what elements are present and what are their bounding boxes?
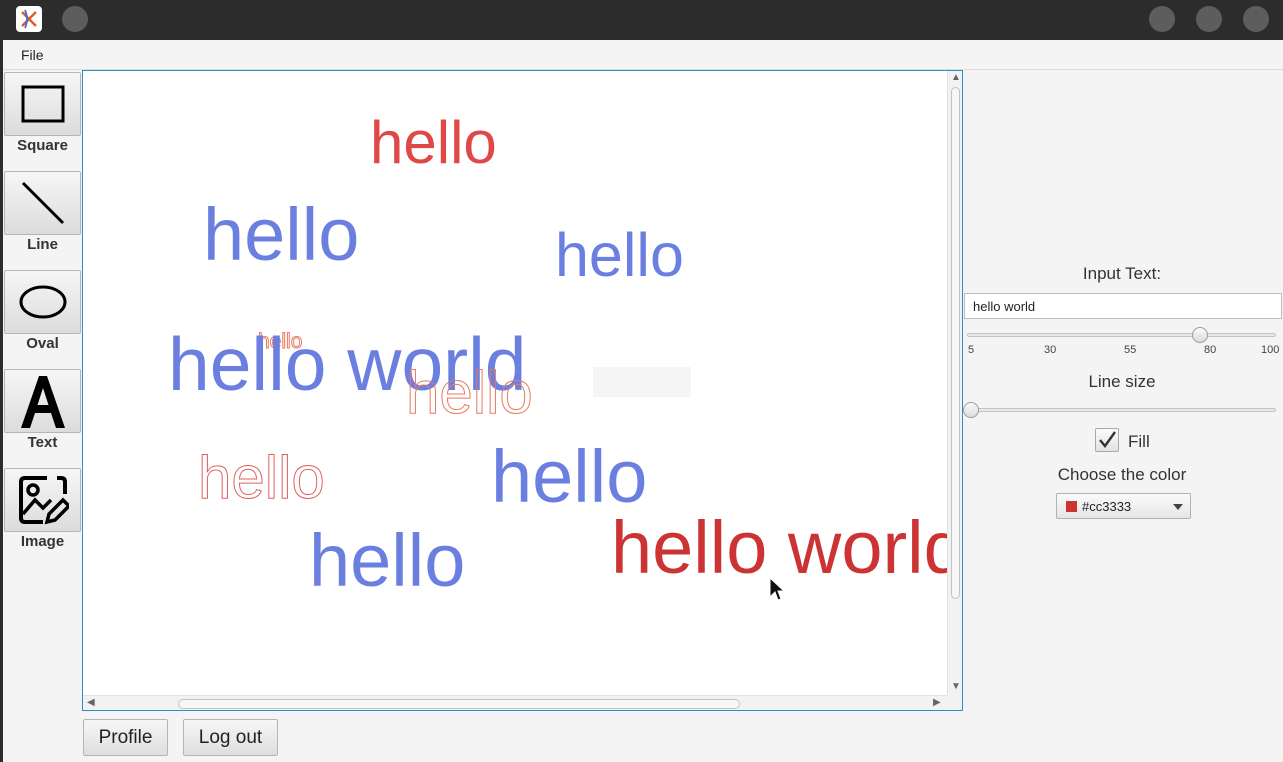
oval-icon	[19, 285, 66, 319]
vertical-scrollbar[interactable]: ▲ ▼	[947, 71, 962, 695]
line-size-label: Line size	[1088, 372, 1156, 391]
profile-button[interactable]: Profile	[83, 719, 168, 756]
fill-label: Fill	[1128, 432, 1150, 451]
slider-tick: 30	[1044, 344, 1057, 356]
font-size-slider-thumb[interactable]	[1192, 327, 1208, 343]
input-text-label: Input Text:	[1082, 264, 1162, 283]
properties-panel: Input Text: 5 30 55 80 100 Line size Fil…	[963, 70, 1283, 762]
checkmark-icon	[1099, 431, 1116, 448]
line-icon	[21, 181, 64, 225]
tool-label-text: Text	[27, 434, 58, 451]
image-icon	[18, 476, 69, 525]
vertical-scroll-thumb[interactable]	[951, 87, 960, 599]
font-size-slider[interactable]	[967, 333, 1276, 337]
scroll-left-icon[interactable]: ◀	[87, 698, 95, 708]
slider-tick: 55	[1124, 344, 1137, 356]
window-menu-button[interactable]	[62, 6, 88, 32]
tool-oval[interactable]: Oval	[3, 268, 82, 367]
slider-tick: 80	[1204, 344, 1217, 356]
tool-image[interactable]: Image	[3, 466, 82, 565]
tool-square[interactable]: Square	[3, 70, 82, 169]
canvas-text: hello	[309, 519, 466, 602]
line-size-slider-thumb[interactable]	[963, 402, 979, 418]
canvas-text: hello	[406, 359, 534, 426]
tool-label-line: Line	[27, 236, 58, 253]
color-picker[interactable]: #cc3333	[1056, 493, 1191, 519]
maximize-button[interactable]	[1196, 6, 1222, 32]
tool-label-square: Square	[17, 137, 68, 154]
image-tool-button[interactable]	[4, 468, 81, 532]
minimize-button[interactable]	[1149, 6, 1175, 32]
slider-tick: 5	[968, 344, 975, 356]
color-swatch	[1066, 501, 1077, 512]
canvas-text: hello world	[611, 506, 947, 589]
tool-palette: Square Line Oval Text Image	[3, 70, 82, 560]
horizontal-scroll-thumb[interactable]	[178, 699, 740, 709]
canvas-text: hello	[555, 221, 684, 289]
canvas-text: hello	[203, 193, 360, 276]
text-icon	[20, 376, 65, 428]
color-value: #cc3333	[1082, 499, 1132, 514]
tool-label-oval: Oval	[26, 335, 59, 352]
canvas-scroll-pane: hello hello hello hello hello world hell…	[82, 70, 963, 711]
chevron-down-icon	[1173, 504, 1183, 510]
choose-color-label: Choose the color	[1057, 465, 1187, 484]
text-input-field[interactable]	[964, 293, 1282, 319]
drawing-canvas[interactable]: hello hello hello hello hello world hell…	[83, 71, 947, 695]
line-size-slider[interactable]	[967, 408, 1276, 412]
canvas-text: hello	[491, 435, 648, 518]
slider-tick: 100	[1261, 344, 1280, 356]
canvas-text: hello	[198, 444, 326, 511]
tool-label-image: Image	[20, 533, 65, 550]
close-button[interactable]	[1243, 6, 1269, 32]
canvas-text: hello	[370, 109, 497, 176]
scroll-down-icon[interactable]: ▼	[951, 682, 961, 692]
menu-file[interactable]: File	[21, 47, 44, 63]
scroll-up-icon[interactable]: ▲	[951, 73, 961, 83]
line-tool-button[interactable]	[4, 171, 81, 235]
title-bar	[0, 0, 1283, 40]
mouse-cursor-icon	[769, 577, 785, 601]
menu-bar: File	[3, 41, 1283, 70]
fill-checkbox[interactable]	[1095, 428, 1119, 452]
logout-button[interactable]: Log out	[183, 719, 278, 756]
text-tool-button[interactable]	[4, 369, 81, 433]
tool-text[interactable]: Text	[3, 367, 82, 466]
square-tool-button[interactable]	[4, 72, 81, 136]
oval-tool-button[interactable]	[4, 270, 81, 334]
app-logo-icon	[16, 6, 42, 32]
horizontal-scrollbar[interactable]: ◀ ▶	[83, 695, 947, 710]
tool-line[interactable]: Line	[3, 169, 82, 268]
scroll-corner	[947, 695, 962, 710]
square-icon	[21, 85, 64, 123]
scroll-right-icon[interactable]: ▶	[933, 698, 941, 708]
faint-shape	[593, 367, 691, 397]
